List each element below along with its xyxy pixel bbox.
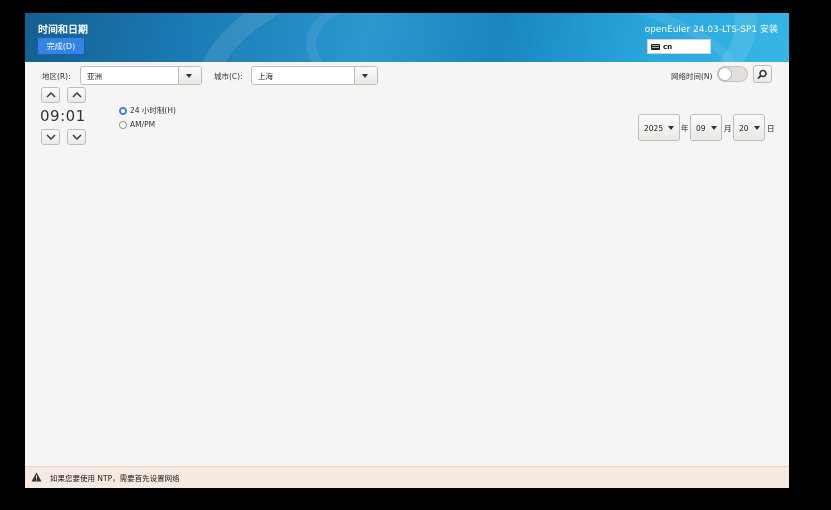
city-combo[interactable]: 上海 bbox=[251, 66, 378, 85]
warning-bar: 如果您要使用 NTP，需要首先设置网络 bbox=[25, 466, 789, 488]
installer-window: 时间和日期 完成(D) openEuler 24.03-LTS-SP1 安装 c… bbox=[25, 13, 789, 488]
region-dropdown-button[interactable] bbox=[178, 67, 201, 84]
keyboard-icon bbox=[651, 43, 660, 50]
ntp-config-button[interactable] bbox=[753, 65, 772, 83]
format-24h-label: 24 小时制(H) bbox=[130, 106, 176, 115]
year-suffix: 年 bbox=[681, 124, 689, 133]
time-display: 09:01 bbox=[40, 107, 86, 125]
done-button[interactable]: 完成(D) bbox=[37, 37, 85, 55]
year-combo[interactable]: 2025 bbox=[638, 114, 680, 141]
minute-down-button[interactable] bbox=[67, 129, 86, 145]
radio-indicator bbox=[119, 106, 127, 115]
keyboard-layout-label: cn bbox=[663, 42, 673, 51]
region-combo[interactable]: 亚洲 bbox=[80, 66, 202, 85]
ntp-toggle[interactable] bbox=[717, 66, 748, 82]
chevron-down-icon bbox=[72, 134, 82, 140]
month-value: 09 bbox=[696, 124, 706, 133]
product-title: openEuler 24.03-LTS-SP1 安装 bbox=[644, 25, 778, 35]
hour-down-button[interactable] bbox=[41, 129, 60, 145]
dropdown-arrow-icon bbox=[711, 126, 717, 130]
month-suffix: 月 bbox=[724, 124, 732, 133]
warning-text: 如果您要使用 NTP，需要首先设置网络 bbox=[50, 474, 180, 483]
chevron-down-icon bbox=[46, 134, 56, 140]
region-value: 亚洲 bbox=[87, 72, 102, 81]
year-value: 2025 bbox=[644, 124, 664, 133]
dropdown-arrow-icon bbox=[754, 126, 760, 130]
city-label: 城市(C): bbox=[214, 72, 243, 81]
format-ampm-radio[interactable]: AM/PM bbox=[119, 120, 155, 129]
dropdown-arrow-icon bbox=[362, 74, 368, 78]
day-suffix: 日 bbox=[767, 124, 775, 133]
hour-up-button[interactable] bbox=[41, 87, 60, 103]
warning-icon bbox=[31, 472, 42, 482]
chevron-up-icon bbox=[72, 92, 82, 98]
city-dropdown-button[interactable] bbox=[354, 67, 377, 84]
format-ampm-label: AM/PM bbox=[130, 120, 156, 129]
radio-indicator bbox=[119, 120, 127, 129]
day-value: 20 bbox=[739, 124, 749, 133]
gear-icon bbox=[757, 69, 767, 80]
day-combo[interactable]: 20 bbox=[733, 114, 765, 141]
minute-up-button[interactable] bbox=[67, 87, 86, 103]
header-bar: 时间和日期 完成(D) openEuler 24.03-LTS-SP1 安装 c… bbox=[25, 13, 789, 62]
toggle-knob bbox=[718, 67, 732, 81]
region-label: 地区(R): bbox=[42, 72, 71, 81]
city-value: 上海 bbox=[258, 72, 273, 81]
page-title: 时间和日期 bbox=[38, 25, 88, 36]
dropdown-arrow-icon bbox=[668, 126, 674, 130]
dropdown-arrow-icon bbox=[186, 74, 192, 78]
keyboard-layout-indicator[interactable]: cn bbox=[647, 39, 711, 54]
format-24h-radio[interactable]: 24 小时制(H) bbox=[119, 105, 176, 116]
ntp-label: 网络时间(N) bbox=[671, 72, 713, 81]
chevron-up-icon bbox=[46, 92, 56, 98]
month-combo[interactable]: 09 bbox=[690, 114, 722, 141]
